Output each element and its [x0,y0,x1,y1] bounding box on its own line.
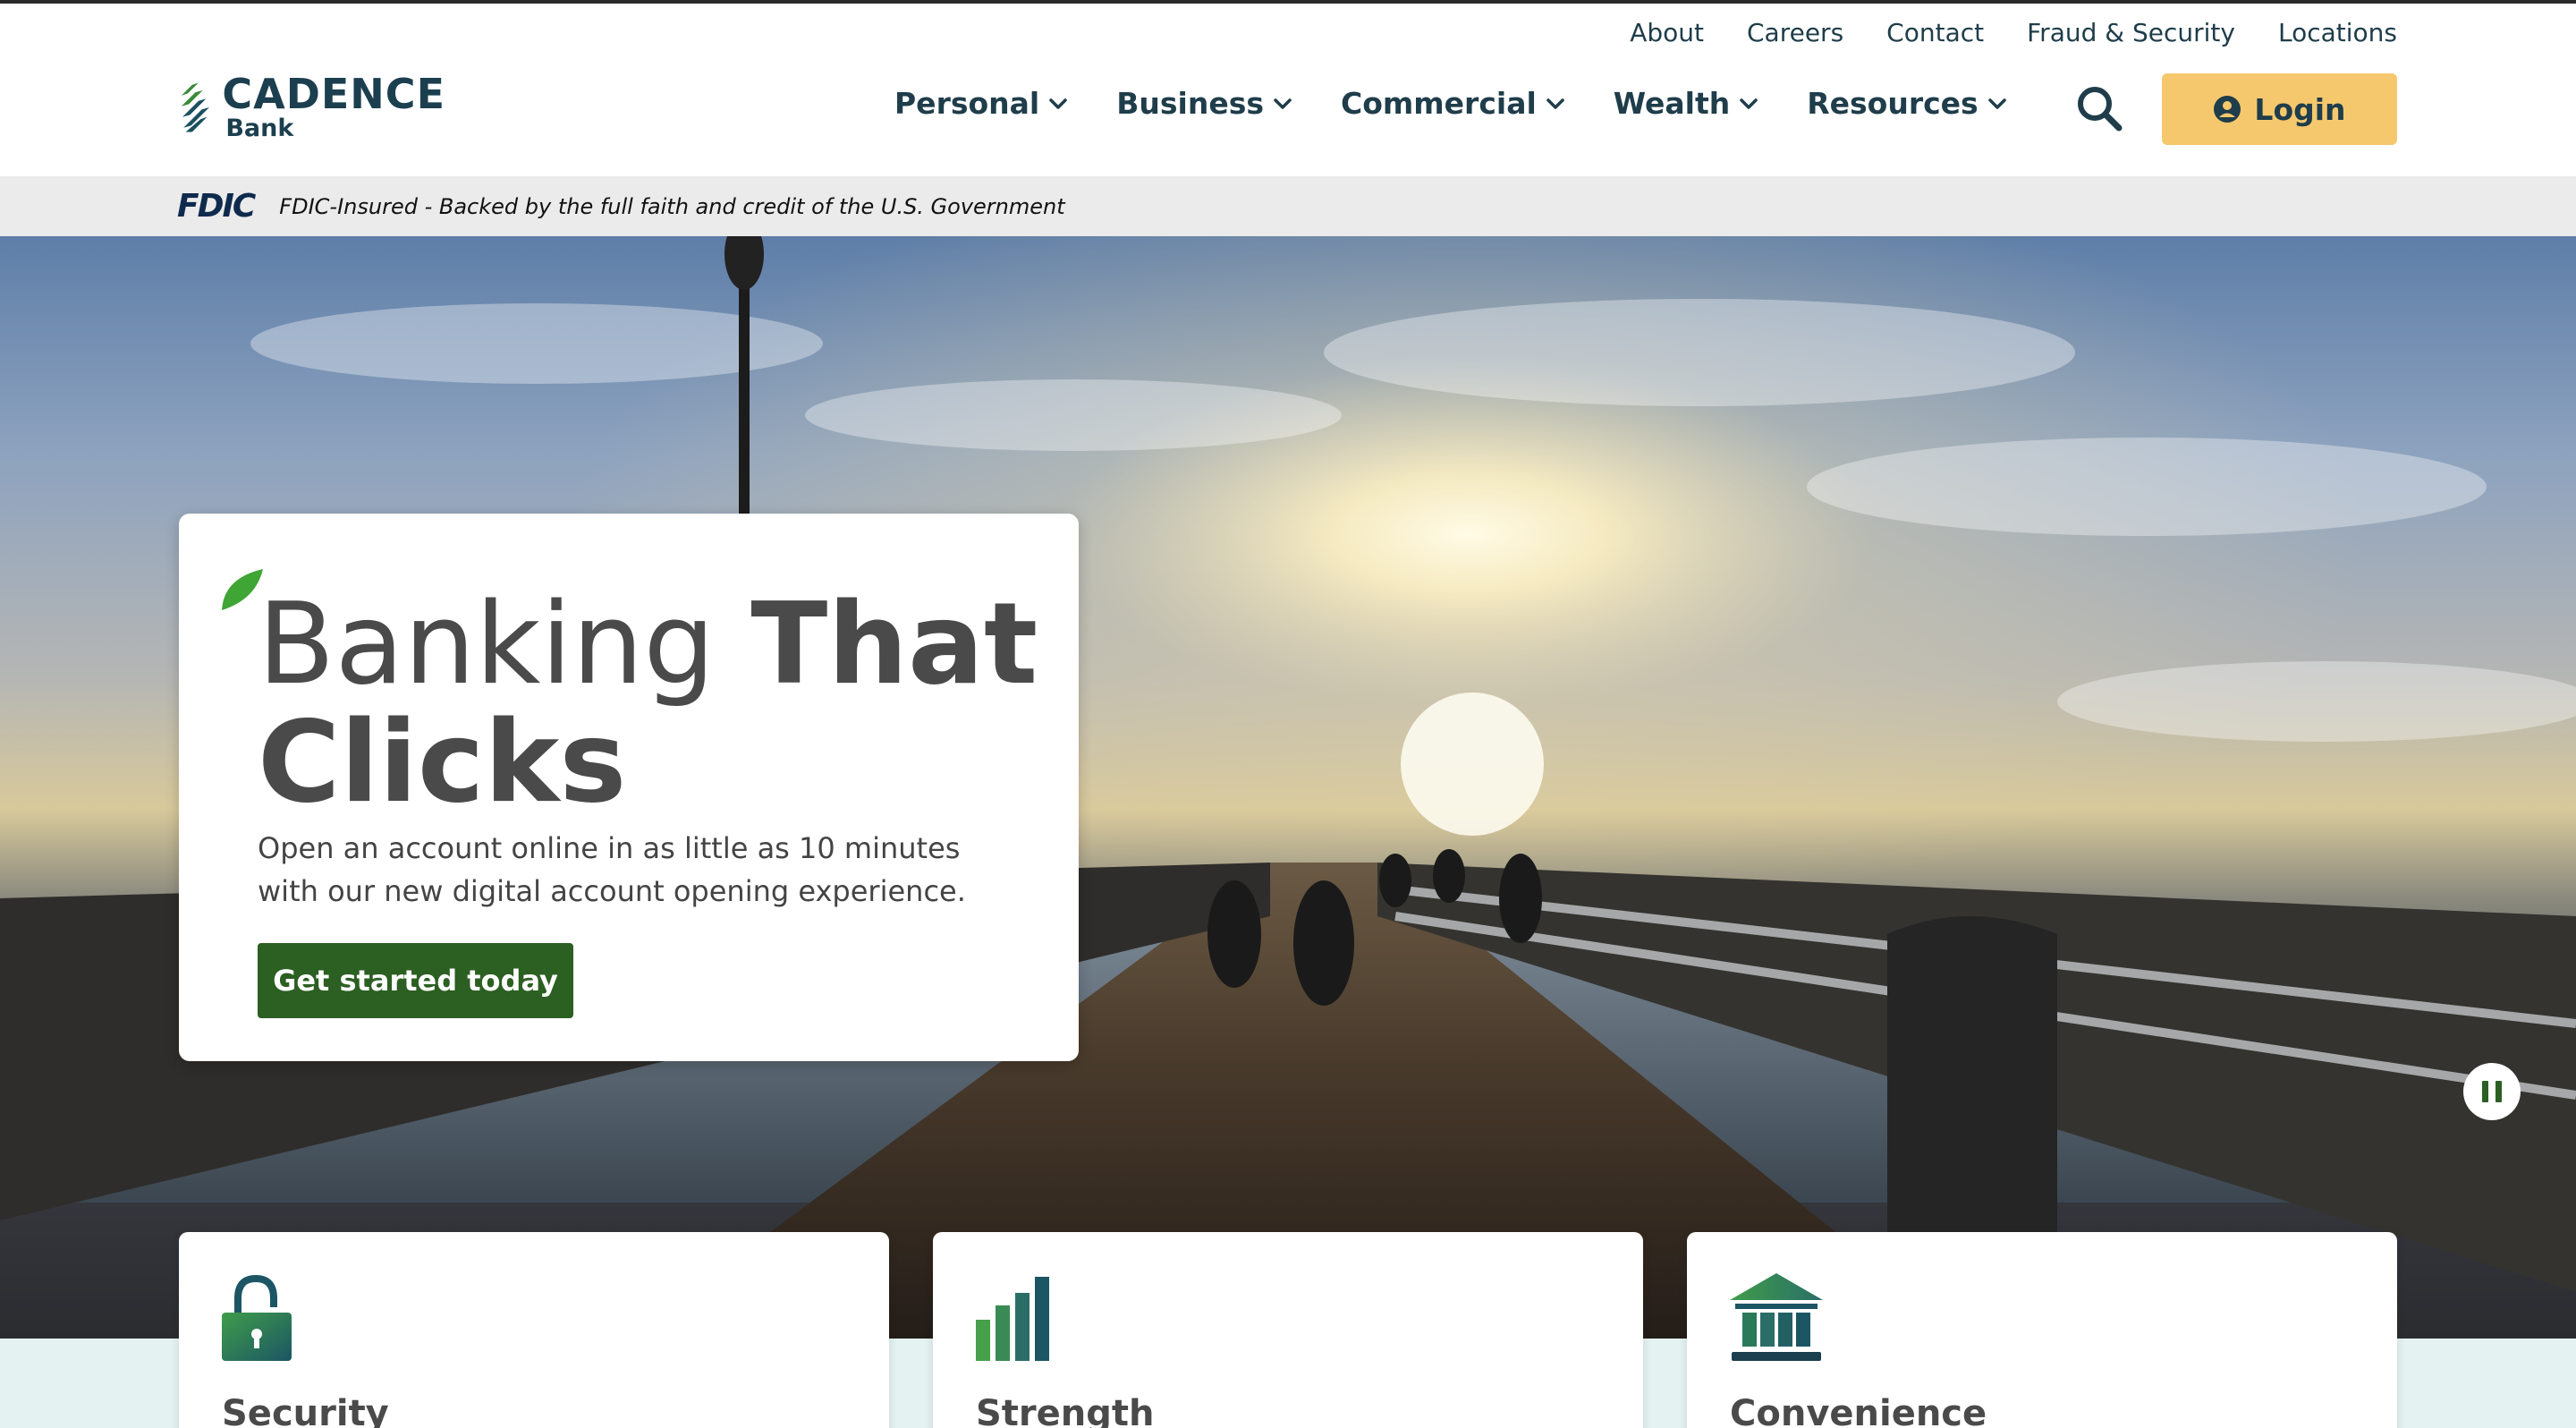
fdic-logo: FDIC [177,188,256,225]
feature-card-convenience[interactable]: Convenience [1687,1232,2397,1428]
nav-item-business[interactable]: Business [1116,86,1292,121]
nav-item-label: Wealth [1613,86,1731,121]
search-icon [2078,87,2123,132]
nav-item-label: Commercial [1341,86,1537,121]
fdic-text: FDIC-Insured - Backed by the full faith … [279,193,1065,219]
login-button[interactable]: Login [2162,73,2397,145]
feature-title-convenience: Convenience [1730,1393,1987,1428]
nav-item-commercial[interactable]: Commercial [1341,86,1565,121]
hero-card: Banking That Clicks Open an account onli… [179,514,1079,1061]
chevron-down-icon [1740,98,1758,109]
bar-chart-icon [976,1277,1049,1361]
pause-icon-bar [2496,1081,2502,1102]
cadence-logo-icon [181,82,209,132]
pause-button[interactable] [2463,1063,2521,1120]
utility-nav: About Careers Contact Fraud & Security L… [1630,18,2397,47]
feature-card-strength[interactable]: Strength [933,1232,1643,1428]
login-label: Login [2254,91,2346,127]
search-button[interactable] [2075,82,2123,134]
user-circle-icon [2214,96,2241,123]
logo-sub: Bank [225,115,294,142]
utility-link-locations[interactable]: Locations [2278,18,2397,47]
nav-item-label: Resources [1807,86,1979,121]
utility-link-contact[interactable]: Contact [1886,18,1984,47]
hero-banner: Banking That Clicks Open an account onli… [0,236,2576,1339]
feature-card-security[interactable]: Security [179,1232,889,1428]
utility-link-fraud-security[interactable]: Fraud & Security [2027,18,2235,47]
utility-link-about[interactable]: About [1630,18,1704,47]
nav-item-resources[interactable]: Resources [1807,86,2006,121]
main-nav: Personal Business Commercial Wealth Reso… [894,86,2007,121]
hero-title-light: Banking [258,578,751,710]
fdic-bar: FDIC FDIC-Insured - Backed by the full f… [0,176,2576,236]
bank-building-icon [1730,1273,1823,1361]
hero-description: Open an account online in as little as 1… [258,831,966,908]
chevron-down-icon [1049,98,1067,109]
feature-title-security: Security [222,1393,389,1428]
chevron-down-icon [1546,98,1564,109]
get-started-button[interactable]: Get started today [258,943,573,1018]
logo-name: CADENCE [222,70,445,118]
utility-link-careers[interactable]: Careers [1747,18,1843,47]
nav-item-label: Business [1116,86,1264,121]
cadence-logo[interactable]: CADENCE Bank [177,64,445,150]
hero-title-bold-2: Clicks [258,696,627,828]
feature-title-strength: Strength [976,1393,1155,1428]
lock-icon [222,1274,292,1361]
chevron-down-icon [1987,98,2006,109]
nav-item-label: Personal [894,86,1040,121]
site-header: CADENCE Bank About Careers Contact Fraud… [0,4,2576,176]
chevron-down-icon [1274,98,1292,109]
nav-item-personal[interactable]: Personal [894,86,1068,121]
hero-title-bold-1: That [750,578,1038,710]
hero-title: Banking That Clicks [258,585,1045,821]
pause-icon-bar [2482,1081,2488,1102]
nav-item-wealth[interactable]: Wealth [1614,86,1758,121]
